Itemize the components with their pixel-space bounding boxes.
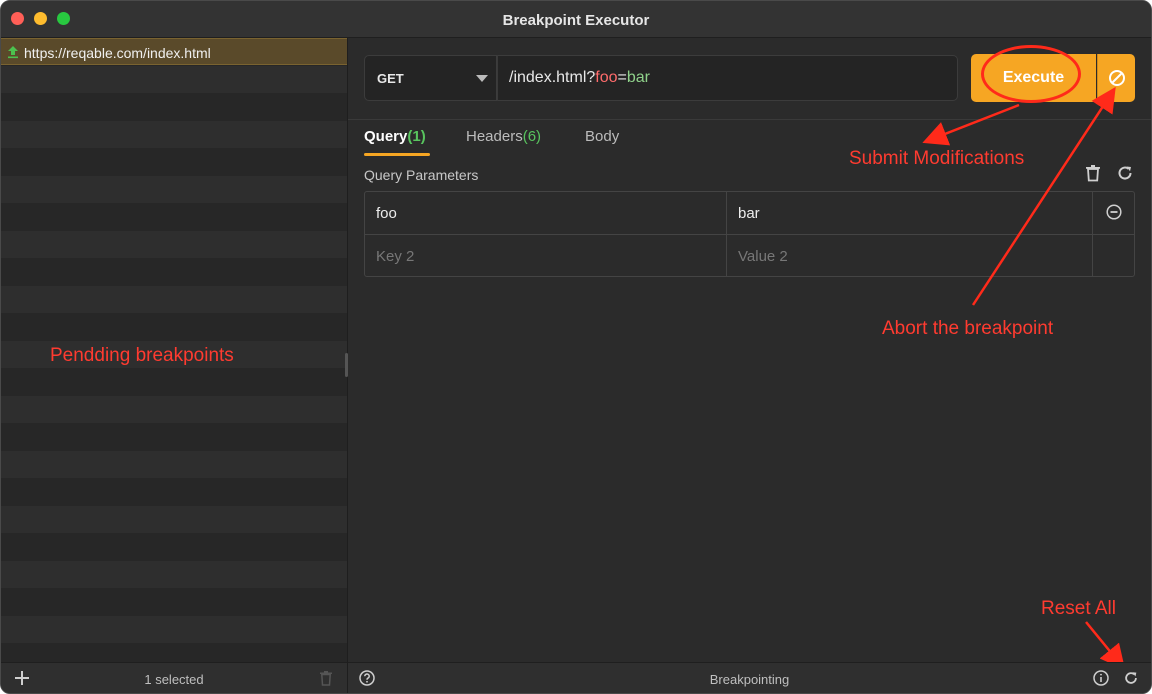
request-editor-panel: GET /index.html?foo=bar Execute Query(1)… [348,38,1151,662]
status-bar: Breakpointing [348,662,1151,693]
empty-list-row [1,175,347,203]
tab-headers-count: (6) [522,128,542,145]
new-param-value-field[interactable]: Value 2 [727,235,1093,277]
breakpoint-executor-window: Breakpoint Executor https://reqable.com/… [0,0,1152,694]
breakpoint-url: https://reqable.com/index.html [24,45,211,61]
empty-list-row [1,230,347,258]
selection-count: 1 selected [144,672,204,687]
url-text: /index.html?foo=bar [509,69,650,87]
empty-list-row [1,65,347,93]
empty-list-row [1,478,347,506]
refresh-icon[interactable] [1116,164,1134,182]
active-tab-indicator [364,153,430,156]
abort-annotation: Abort the breakpoint [882,318,1054,339]
title-bar: Breakpoint Executor [1,1,1151,38]
method-select[interactable]: GET [364,55,497,101]
url-input[interactable]: /index.html?foo=bar [497,55,958,101]
param-value: bar [738,205,760,222]
chevron-down-icon [476,75,488,82]
tab-query-label: Query [364,128,408,145]
divider [348,119,1151,120]
empty-action-cell [1093,235,1135,277]
remove-param-button[interactable] [1093,192,1135,234]
empty-list-row [1,643,347,662]
execute-button[interactable]: Execute [971,45,1096,103]
query-parameters-label: Query Parameters [364,167,479,183]
table-row: foo bar [365,192,1134,235]
info-icon[interactable] [1093,670,1109,686]
list-footer: 1 selected [1,662,347,693]
pending-breakpoints-panel: https://reqable.com/index.html Pendding … [1,38,347,662]
empty-list-row [1,313,347,341]
url-path: /index.html? [509,69,596,86]
table-row: Key 2 Value 2 [365,235,1134,278]
empty-list-row [1,533,347,561]
highlight-circle-annotation [981,45,1081,103]
empty-list-row [1,203,347,231]
reset-annotation: Reset All [1041,598,1116,619]
empty-list-row [1,120,347,148]
param-key-field[interactable]: foo [365,192,727,234]
tab-headers[interactable]: Headers(6) [466,128,541,145]
window-title: Breakpoint Executor [502,12,650,29]
param-value-field[interactable]: bar [727,192,1093,234]
pending-breakpoints-annotation: Pendding breakpoints [50,345,234,366]
empty-list-row [1,423,347,451]
status-text: Breakpointing [709,672,790,687]
list-item[interactable]: https://reqable.com/index.html [1,38,347,65]
abort-button[interactable] [1097,54,1135,102]
url-query-eq: = [617,69,627,86]
param-key: foo [376,205,397,222]
method-value: GET [377,71,404,86]
empty-list-row [1,258,347,286]
param-key-placeholder: Key 2 [376,248,415,265]
delete-trash-icon[interactable] [319,670,333,686]
submit-annotation: Submit Modifications [849,148,1025,169]
remove-circle-icon [1106,204,1122,220]
empty-list-row [1,368,347,396]
empty-list-row [1,93,347,121]
param-value-placeholder: Value 2 [738,248,788,265]
empty-list-row [1,615,347,643]
reset-all-refresh-icon[interactable] [1123,670,1139,686]
url-query-key: foo [595,69,618,86]
tab-query[interactable]: Query(1) [364,128,426,145]
upload-arrow-icon [8,46,18,59]
tab-body[interactable]: Body [585,128,619,145]
empty-list-row [1,285,347,313]
empty-list-row [1,450,347,478]
empty-list-row [1,395,347,423]
empty-list-row [1,148,347,176]
empty-list-row [1,505,347,533]
tab-body-label: Body [585,128,620,145]
delete-all-params-trash-icon[interactable] [1085,164,1101,182]
query-params-table: foo bar Key 2 Value 2 [364,191,1135,277]
empty-list-row [1,560,347,588]
url-query-value: bar [626,69,650,86]
tab-query-count: (1) [407,128,426,145]
new-param-key-field[interactable]: Key 2 [365,235,727,277]
tab-headers-label: Headers [466,128,523,145]
abort-circle-slash-icon [1109,70,1125,86]
empty-list-row [1,588,347,616]
